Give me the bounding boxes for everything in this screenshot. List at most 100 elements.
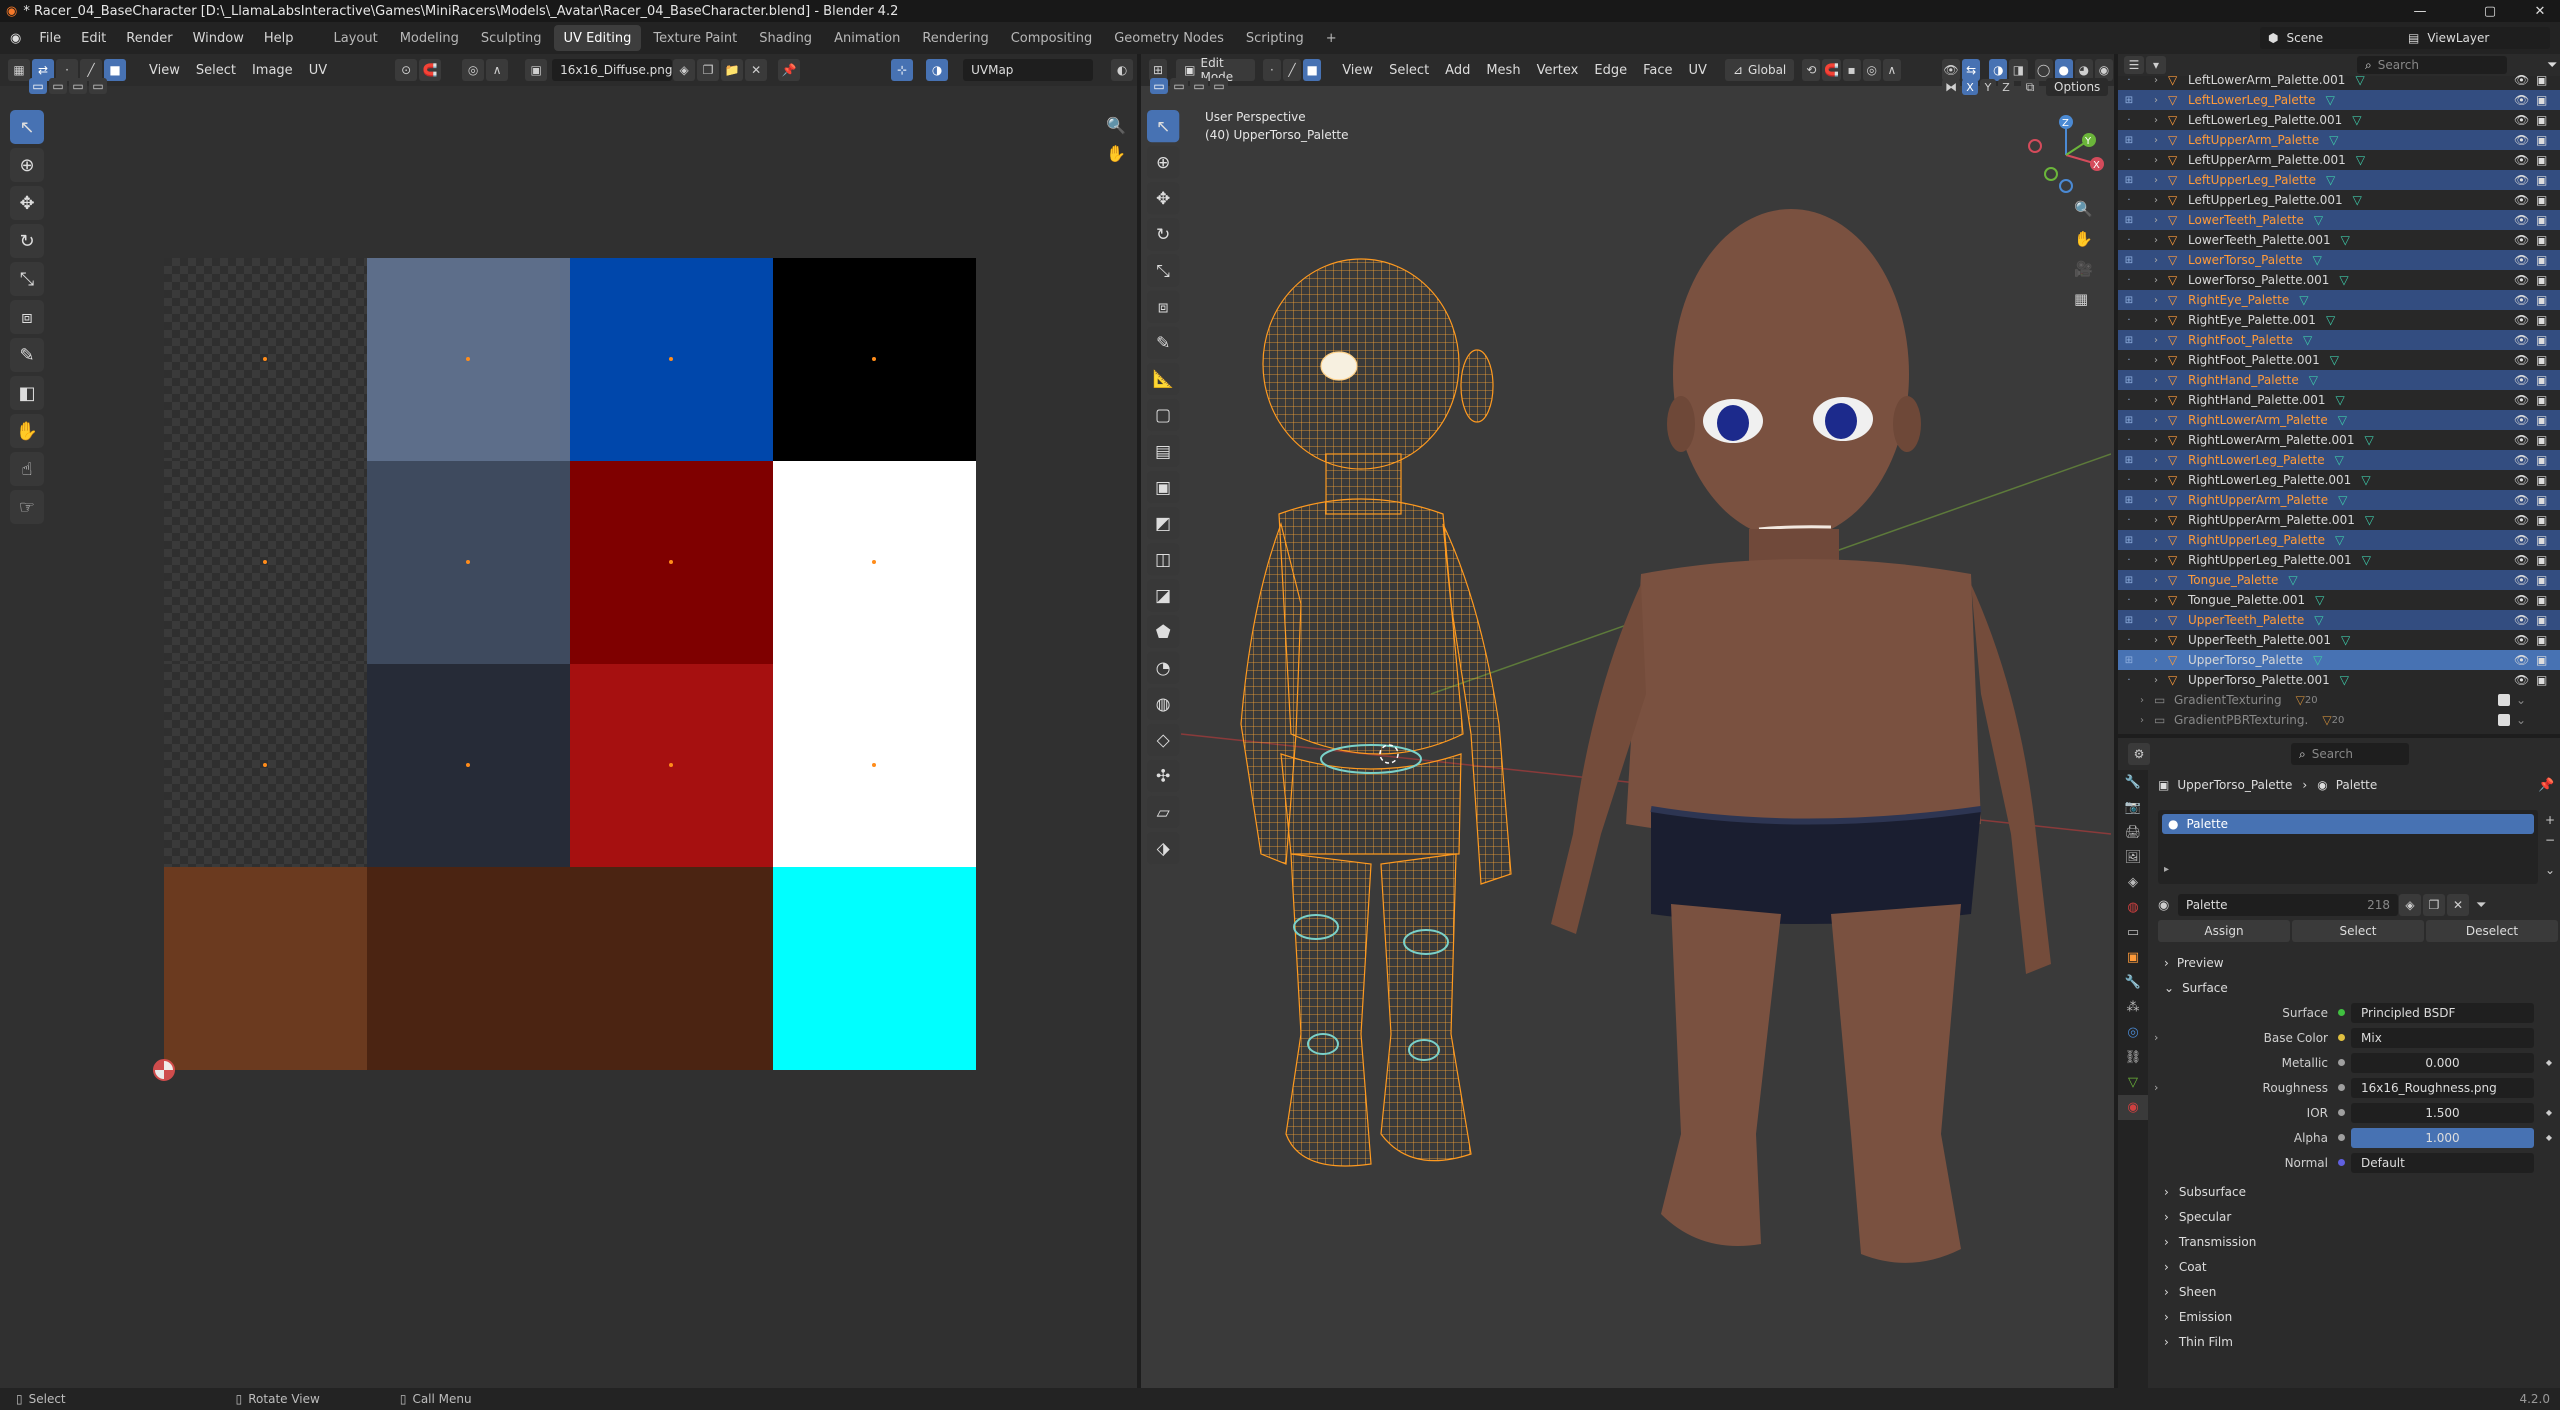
row-gutter[interactable]: ·: [2118, 475, 2140, 486]
expand-arrow-icon[interactable]: ›: [2154, 155, 2168, 166]
vp-measure-tool-icon[interactable]: 📐: [1147, 362, 1180, 395]
outliner-row[interactable]: ⊞ › ▽ LowerTorso_Palette ▽ 👁 ▣: [2118, 250, 2560, 270]
uv-vertex-dot[interactable]: [872, 357, 876, 361]
menu-render[interactable]: Render: [116, 22, 182, 54]
transform-orientation-selector[interactable]: ⊿ Global: [1724, 59, 1795, 81]
vp-rotate-tool-icon[interactable]: ↻: [1147, 218, 1180, 251]
render-toggle-icon[interactable]: ▣: [2536, 553, 2547, 567]
collection-hide-icon[interactable]: ⌄: [2516, 713, 2526, 727]
uvmap-field[interactable]: UVMap: [963, 59, 1094, 81]
viewport-menu-mesh[interactable]: Mesh: [1478, 59, 1528, 81]
hide-toggle-icon[interactable]: 👁: [2514, 413, 2529, 427]
shrink-tool-icon[interactable]: ✣: [1147, 759, 1180, 793]
hide-toggle-icon[interactable]: 👁: [2514, 613, 2529, 627]
properties-search[interactable]: ⌕ Search: [2291, 743, 2409, 765]
image-browse-icon[interactable]: ▣: [525, 59, 548, 81]
expand-arrow-icon[interactable]: ›: [2154, 655, 2168, 666]
expand-arrow-icon[interactable]: ›: [2154, 475, 2168, 486]
hide-toggle-icon[interactable]: 👁: [2514, 573, 2529, 587]
tab-scripting[interactable]: Scripting: [1236, 25, 1314, 51]
render-toggle-icon[interactable]: ▣: [2536, 353, 2547, 367]
render-toggle-icon[interactable]: ▣: [2536, 73, 2547, 87]
palette-cell[interactable]: [164, 461, 367, 664]
row-gutter[interactable]: ·: [2118, 75, 2140, 86]
add-workspace-icon[interactable]: +: [1316, 25, 1347, 51]
tab-uv-editing[interactable]: UV Editing: [553, 25, 642, 51]
tab-animation[interactable]: Animation: [824, 25, 910, 51]
outliner-row[interactable]: · › ▽ RightHand_Palette.001 ▽ 👁 ▣: [2118, 390, 2560, 410]
rip-tool-icon[interactable]: ◧: [10, 376, 44, 410]
hide-toggle-icon[interactable]: 👁: [2514, 593, 2529, 607]
vp-move-tool-icon[interactable]: ✥: [1147, 182, 1180, 215]
render-toggle-icon[interactable]: ▣: [2536, 333, 2547, 347]
render-toggle-icon[interactable]: ▣: [2536, 493, 2547, 507]
tab-texture-paint[interactable]: Texture Paint: [643, 25, 747, 51]
viewport-scene[interactable]: [1181, 134, 2111, 1384]
edit-mode-toggle-icon[interactable]: ⊞: [2118, 495, 2140, 506]
palette-cell[interactable]: [773, 867, 976, 1070]
property-value[interactable]: 16x16_Roughness.png: [2351, 1077, 2534, 1098]
menu-window[interactable]: Window: [183, 22, 254, 54]
annotate-tool-icon[interactable]: ✎: [10, 338, 44, 372]
hide-toggle-icon[interactable]: 👁: [2514, 313, 2529, 327]
render-toggle-icon[interactable]: ▣: [2536, 393, 2547, 407]
uv-pan-icon[interactable]: ✋: [1106, 144, 1126, 163]
uv-menu-image[interactable]: Image: [244, 59, 301, 81]
palette-cell[interactable]: [773, 258, 976, 461]
menu-file[interactable]: File: [29, 22, 71, 54]
viewport-menu-add[interactable]: Add: [1437, 59, 1478, 81]
2d-cursor-icon[interactable]: [153, 1059, 175, 1081]
uv-vertex-dot[interactable]: [466, 560, 470, 564]
socket-dot-icon[interactable]: [2338, 1134, 2345, 1141]
viewport-menu-view[interactable]: View: [1334, 59, 1381, 81]
palette-cell[interactable]: [773, 461, 976, 664]
options-menu[interactable]: Options: [2046, 78, 2109, 96]
uv-vertex-dot[interactable]: [466, 357, 470, 361]
expand-arrow-icon[interactable]: ›: [2154, 435, 2168, 446]
hide-toggle-icon[interactable]: 👁: [2514, 513, 2529, 527]
spin-tool-icon[interactable]: ◔: [1147, 651, 1180, 684]
hide-toggle-icon[interactable]: 👁: [2514, 333, 2529, 347]
uv-vertex-dot[interactable]: [263, 357, 267, 361]
properties-editor-type-icon[interactable]: ⚙: [2128, 743, 2150, 765]
row-gutter[interactable]: ·: [2118, 275, 2140, 286]
hide-toggle-icon[interactable]: 👁: [2514, 153, 2529, 167]
image-name-field[interactable]: 16x16_Diffuse.png: [552, 59, 673, 81]
fake-user-material-icon[interactable]: ◈: [2399, 894, 2421, 916]
property-value[interactable]: 0.000: [2351, 1052, 2534, 1073]
unlink-image-icon[interactable]: ✕: [745, 59, 768, 81]
data-tab-icon[interactable]: ▽: [2118, 1070, 2148, 1095]
new-image-icon[interactable]: ❐: [697, 59, 720, 81]
output-tab-icon[interactable]: 🖨: [2118, 820, 2148, 845]
outliner-row[interactable]: · › ▽ UpperTorso_Palette.001 ▽ 👁 ▣: [2118, 670, 2560, 690]
hide-toggle-icon[interactable]: 👁: [2514, 633, 2529, 647]
render-toggle-icon[interactable]: ▣: [2536, 133, 2547, 147]
vp-cursor-tool-icon[interactable]: ⊕: [1147, 146, 1180, 179]
render-toggle-icon[interactable]: ▣: [2536, 193, 2547, 207]
expand-arrow-icon[interactable]: ›: [2154, 75, 2168, 86]
subpanel-header[interactable]: › Specular: [2148, 1204, 2560, 1229]
subpanel-header[interactable]: › Emission: [2148, 1304, 2560, 1329]
pin-icon[interactable]: 📌: [778, 59, 801, 81]
vp-select-subtract-icon[interactable]: ▭: [1190, 78, 1208, 94]
preview-panel[interactable]: › Preview: [2148, 950, 2560, 975]
material-name-field[interactable]: Palette 218: [2178, 894, 2398, 916]
outliner-row[interactable]: · › ▽ RightFoot_Palette.001 ▽ 👁 ▣: [2118, 350, 2560, 370]
outliner-row[interactable]: ⊞ › ▽ UpperTeeth_Palette ▽ 👁 ▣: [2118, 610, 2560, 630]
duplicate-material-icon[interactable]: ❐: [2423, 894, 2445, 916]
tab-rendering[interactable]: Rendering: [912, 25, 998, 51]
hide-toggle-icon[interactable]: 👁: [2514, 93, 2529, 107]
select-mode-extend-icon[interactable]: ▭: [49, 78, 67, 94]
extrude-tool-icon[interactable]: ▤: [1147, 434, 1180, 468]
uv-menu-uv[interactable]: UV: [301, 59, 335, 81]
outliner-row[interactable]: ⊞ › ▽ RightLowerArm_Palette ▽ 👁 ▣: [2118, 410, 2560, 430]
vertex-mode-icon[interactable]: ·: [1262, 59, 1281, 81]
edit-mode-toggle-icon[interactable]: ⊞: [2118, 175, 2140, 186]
outliner-row[interactable]: · › ▽ LeftUpperLeg_Palette.001 ▽ 👁 ▣: [2118, 190, 2560, 210]
surface-panel[interactable]: ⌄ Surface: [2148, 975, 2560, 1000]
render-toggle-icon[interactable]: ▣: [2536, 153, 2547, 167]
socket-dot-icon[interactable]: [2338, 1109, 2345, 1116]
expand-arrow-icon[interactable]: ›: [2154, 235, 2168, 246]
fake-user-icon[interactable]: ◈: [673, 59, 696, 81]
hide-toggle-icon[interactable]: 👁: [2514, 293, 2529, 307]
